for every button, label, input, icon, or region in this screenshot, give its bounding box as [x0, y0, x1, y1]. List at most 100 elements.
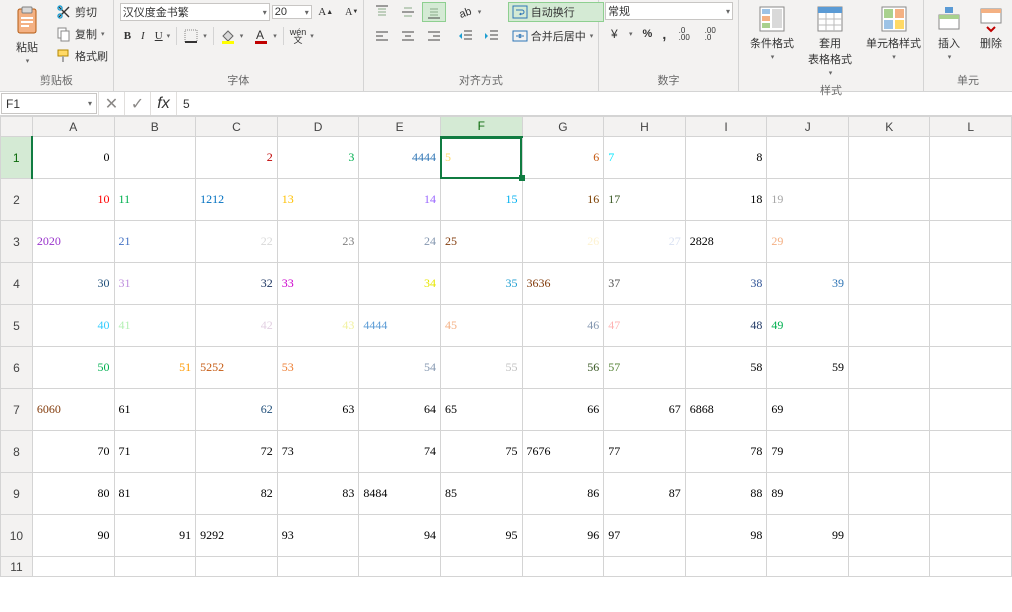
- font-family-select[interactable]: 汉仪度金书繁▾: [120, 3, 270, 21]
- cell-H8[interactable]: 77: [604, 431, 686, 473]
- row-header-7[interactable]: 7: [1, 389, 33, 431]
- wrap-text-button[interactable]: 自动换行: [508, 2, 604, 22]
- column-header-I[interactable]: I: [685, 117, 767, 137]
- row-header-2[interactable]: 2: [1, 179, 33, 221]
- cell-A2[interactable]: 10: [32, 179, 114, 221]
- cell-G3[interactable]: 26: [522, 221, 604, 263]
- cell-J1[interactable]: [767, 137, 849, 179]
- increase-decimal-button[interactable]: .0.00: [672, 24, 696, 44]
- increase-indent-button[interactable]: [480, 26, 504, 46]
- cell-E1[interactable]: 4444: [359, 137, 441, 179]
- cell-J11[interactable]: [767, 557, 849, 577]
- comma-button[interactable]: ,: [658, 24, 670, 44]
- cell-F11[interactable]: [440, 557, 522, 577]
- cell-A8[interactable]: 70: [32, 431, 114, 473]
- cell-A11[interactable]: [32, 557, 114, 577]
- cell-J9[interactable]: 89: [767, 473, 849, 515]
- cell-L6[interactable]: [930, 347, 1012, 389]
- cell-I2[interactable]: 18: [685, 179, 767, 221]
- cell-D10[interactable]: 93: [277, 515, 359, 557]
- cell-H1[interactable]: 7: [604, 137, 686, 179]
- cell-A6[interactable]: 50: [32, 347, 114, 389]
- row-header-10[interactable]: 10: [1, 515, 33, 557]
- cell-I11[interactable]: [685, 557, 767, 577]
- cell-G9[interactable]: 86: [522, 473, 604, 515]
- cell-A4[interactable]: 30: [32, 263, 114, 305]
- cell-H2[interactable]: 17: [604, 179, 686, 221]
- orientation-button[interactable]: ab▾: [454, 2, 486, 22]
- cell-G10[interactable]: 96: [522, 515, 604, 557]
- cell-A7[interactable]: 6060: [32, 389, 114, 431]
- cell-J8[interactable]: 79: [767, 431, 849, 473]
- cell-J4[interactable]: 39: [767, 263, 849, 305]
- align-right-button[interactable]: [422, 26, 446, 46]
- grow-font-button[interactable]: A▲: [314, 2, 338, 22]
- cell-I4[interactable]: 38: [685, 263, 767, 305]
- cell-E9[interactable]: 8484: [359, 473, 441, 515]
- format-as-table-button[interactable]: 套用 表格格式▾: [803, 2, 857, 80]
- column-header-A[interactable]: A: [32, 117, 114, 137]
- cell-C3[interactable]: 22: [196, 221, 278, 263]
- cell-D1[interactable]: 3: [277, 137, 359, 179]
- cell-H5[interactable]: 47: [604, 305, 686, 347]
- italic-button[interactable]: I: [137, 28, 149, 44]
- insert-function-button[interactable]: fx: [150, 92, 176, 115]
- cell-F10[interactable]: 95: [440, 515, 522, 557]
- conditional-format-button[interactable]: 条件格式▾: [745, 2, 799, 64]
- worksheet[interactable]: ABCDEFGHIJKL1023444456782101112121314151…: [0, 116, 1012, 612]
- column-header-K[interactable]: K: [848, 117, 929, 137]
- cell-L5[interactable]: [930, 305, 1012, 347]
- row-header-1[interactable]: 1: [1, 137, 33, 179]
- cell-C1[interactable]: 2: [196, 137, 278, 179]
- bold-button[interactable]: B: [120, 28, 135, 44]
- delete-button[interactable]: 删除: [972, 2, 1010, 54]
- format-painter-button[interactable]: 格式刷: [52, 46, 112, 66]
- cell-B11[interactable]: [114, 557, 196, 577]
- cell-K8[interactable]: [848, 431, 929, 473]
- cell-C9[interactable]: 82: [196, 473, 278, 515]
- enter-formula-button[interactable]: ✓: [124, 92, 150, 115]
- cell-E4[interactable]: 34: [359, 263, 441, 305]
- cell-E7[interactable]: 64: [359, 389, 441, 431]
- cell-G6[interactable]: 56: [522, 347, 604, 389]
- cell-K10[interactable]: [848, 515, 929, 557]
- cell-H10[interactable]: 97: [604, 515, 686, 557]
- cell-F9[interactable]: 85: [440, 473, 522, 515]
- cell-D4[interactable]: 33: [277, 263, 359, 305]
- cell-K5[interactable]: [848, 305, 929, 347]
- cell-E11[interactable]: [359, 557, 441, 577]
- cell-K3[interactable]: [848, 221, 929, 263]
- cell-E3[interactable]: 24: [359, 221, 441, 263]
- cell-F8[interactable]: 75: [440, 431, 522, 473]
- align-bottom-button[interactable]: [422, 2, 446, 22]
- underline-button[interactable]: U▾: [151, 28, 174, 44]
- cell-J3[interactable]: 29: [767, 221, 849, 263]
- cell-D11[interactable]: [277, 557, 359, 577]
- name-box[interactable]: F1 ▾: [1, 93, 97, 114]
- column-header-E[interactable]: E: [359, 117, 441, 137]
- cell-J10[interactable]: 99: [767, 515, 849, 557]
- cell-H7[interactable]: 67: [604, 389, 686, 431]
- row-header-3[interactable]: 3: [1, 221, 33, 263]
- cell-L8[interactable]: [930, 431, 1012, 473]
- cell-K9[interactable]: [848, 473, 929, 515]
- cell-styles-button[interactable]: 单元格样式▾: [861, 2, 926, 64]
- font-color-button[interactable]: A▾: [249, 26, 281, 46]
- row-header-11[interactable]: 11: [1, 557, 33, 577]
- cell-F2[interactable]: 15: [440, 179, 522, 221]
- cell-B1[interactable]: [114, 137, 196, 179]
- cell-I7[interactable]: 6868: [685, 389, 767, 431]
- cell-K4[interactable]: [848, 263, 929, 305]
- fill-color-button[interactable]: ▾: [216, 26, 248, 46]
- column-header-D[interactable]: D: [277, 117, 359, 137]
- column-header-F[interactable]: F: [440, 117, 522, 137]
- cell-B7[interactable]: 61: [114, 389, 196, 431]
- cell-G7[interactable]: 66: [522, 389, 604, 431]
- cell-F7[interactable]: 65: [440, 389, 522, 431]
- cell-A1[interactable]: 0: [32, 137, 114, 179]
- align-left-button[interactable]: [370, 26, 394, 46]
- cancel-formula-button[interactable]: ✕: [98, 92, 124, 115]
- cell-E10[interactable]: 94: [359, 515, 441, 557]
- column-header-J[interactable]: J: [767, 117, 849, 137]
- cell-F4[interactable]: 35: [440, 263, 522, 305]
